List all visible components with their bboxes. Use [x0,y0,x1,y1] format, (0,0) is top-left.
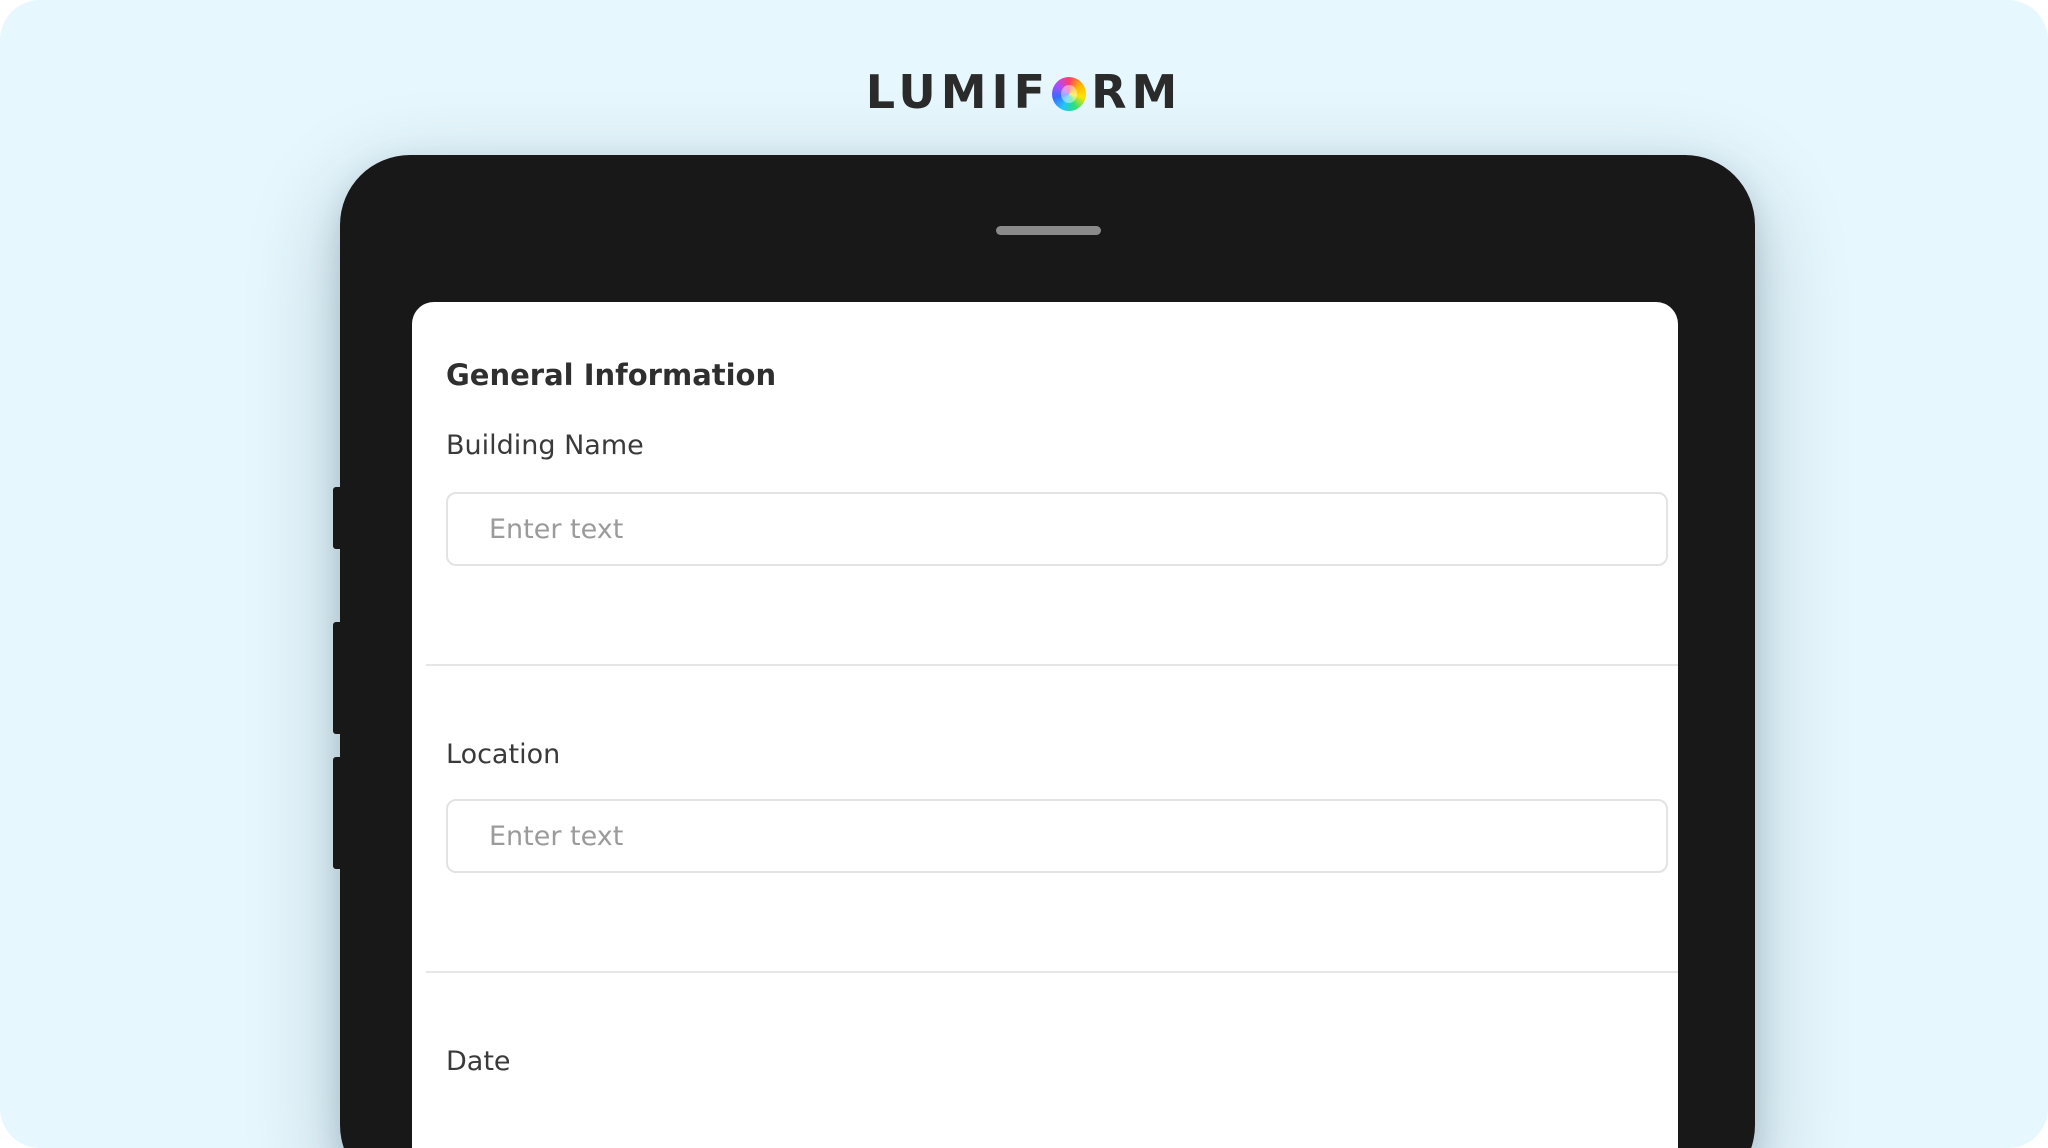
page-background: LUMIF RM General Information Building Nam… [0,0,2048,1148]
logo-text-suffix: RM [1091,65,1183,119]
side-button-volume-down [333,757,342,869]
speaker-grille [996,226,1101,235]
tablet-device: General Information Building Name Locati… [333,155,1755,1148]
date-label: Date [446,1046,511,1077]
building-name-input[interactable] [446,492,1668,566]
field-divider [426,664,1678,666]
building-name-label: Building Name [446,430,644,461]
logo-text-prefix: LUMIF [865,65,1051,119]
form-screen: General Information Building Name Locati… [412,302,1678,1148]
field-divider [426,971,1678,973]
lumiform-logo: LUMIF RM [0,62,2048,122]
location-input[interactable] [446,799,1668,873]
section-title: General Information [446,358,777,392]
side-button-volume-up [333,622,342,734]
side-button-power [333,487,342,549]
location-label: Location [446,739,561,770]
multicolor-o-icon [1052,77,1087,111]
